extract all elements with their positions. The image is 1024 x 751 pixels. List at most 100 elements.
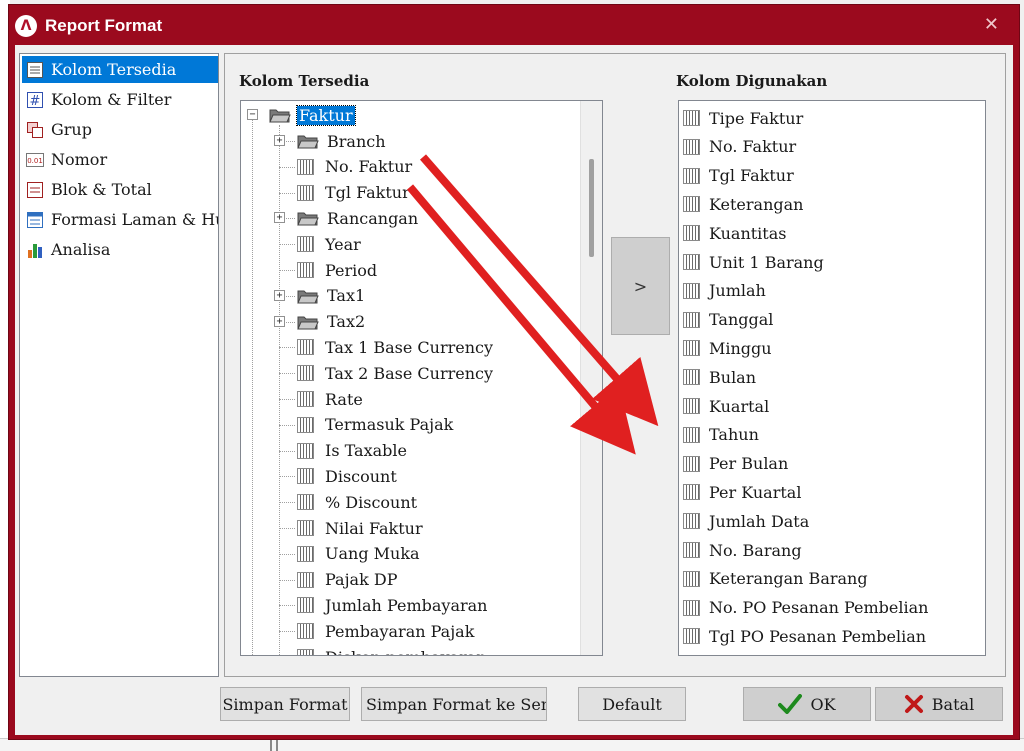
column-field-icon <box>297 158 314 175</box>
used-column-item[interactable]: Per Kuartal <box>683 480 801 504</box>
tree-node-label: Period <box>325 260 378 280</box>
tree-folder-node[interactable]: + Tax1 <box>273 284 367 308</box>
used-column-item[interactable]: Unit 1 Barang <box>683 250 824 274</box>
tree-field-node[interactable]: Period <box>273 258 379 282</box>
used-column-item[interactable]: No. Barang <box>683 538 802 562</box>
save-format-button[interactable]: Simpan Format <box>220 687 350 721</box>
tree-node-label: Rancangan <box>327 208 419 228</box>
tree-field-node[interactable]: Tgl Faktur <box>273 181 412 205</box>
tree-field-node[interactable]: Tax 2 Base Currency <box>273 361 495 385</box>
tree-field-node[interactable]: Termasuk Pajak <box>273 413 455 437</box>
default-button[interactable]: Default <box>578 687 686 721</box>
nav-item-nomor[interactable]: 0.01 Nomor <box>22 146 218 173</box>
close-button[interactable]: ✕ <box>984 14 999 35</box>
cancel-button[interactable]: Batal <box>875 687 1003 721</box>
used-column-label: No. Faktur <box>709 137 797 157</box>
tree-field-node[interactable]: Discount <box>273 464 399 488</box>
tree-field-node[interactable]: Pembayaran Pajak <box>273 619 476 643</box>
used-columns-list[interactable]: Tipe Faktur No. Faktur Tgl Faktur Keteranga… <box>678 100 986 656</box>
tree-node-label: Tax 2 Base Currency <box>325 363 494 383</box>
tree-node-label: Pembayaran Pajak <box>325 621 475 641</box>
used-column-item[interactable]: Bulan <box>683 365 756 389</box>
used-column-item[interactable]: No. PO Pesanan Pembelian <box>683 596 928 620</box>
tree-field-node[interactable]: Uang Muka <box>273 542 422 566</box>
expand-toggle[interactable]: + <box>274 212 285 224</box>
page-format-icon <box>25 210 45 230</box>
used-column-item[interactable]: Per Bulan <box>683 452 788 476</box>
ok-button[interactable]: OK <box>743 687 871 721</box>
tree-node-label: % Discount <box>325 492 418 512</box>
used-column-item[interactable]: No. Faktur <box>683 135 796 159</box>
tree-scrollbar[interactable] <box>580 101 602 655</box>
expand-toggle[interactable]: + <box>274 135 285 146</box>
expand-toggle[interactable]: + <box>274 289 285 301</box>
used-column-item[interactable]: Tipe Faktur <box>683 106 803 130</box>
tree-node-label: Tax 1 Base Currency <box>325 337 494 357</box>
tree-field-node[interactable]: No. Faktur <box>273 155 414 179</box>
column-field-icon <box>297 545 314 562</box>
used-column-label: Per Kuartal <box>709 482 802 502</box>
add-column-button[interactable]: > <box>611 237 670 335</box>
tree-field-node[interactable]: % Discount <box>273 490 419 514</box>
save-format-all-button[interactable]: Simpan Format ke Semua <box>361 687 547 721</box>
used-column-label: Unit 1 Barang <box>709 252 824 272</box>
column-field-icon <box>683 311 700 328</box>
tree-folder-node[interactable]: + Tax2 <box>273 310 367 334</box>
nav-item-grup[interactable]: Grup <box>22 116 218 143</box>
column-field-icon <box>297 649 314 655</box>
collapse-toggle[interactable]: − <box>247 109 258 120</box>
available-columns-tree[interactable]: − Faktur + Branch No. Faktur Tgl Faktur + Ran… <box>240 100 603 656</box>
tree-folder-node[interactable]: + Rancangan <box>273 206 420 230</box>
tree-field-node[interactable]: Diskon pembayaran <box>273 645 489 655</box>
used-column-item[interactable]: Tanggal <box>683 308 773 332</box>
column-field-icon <box>683 225 700 242</box>
nav-item-formasi-laman[interactable]: Formasi Laman & Huruf <box>22 206 218 233</box>
used-column-label: Keterangan Barang <box>709 569 868 589</box>
used-column-item[interactable]: Tahun <box>683 423 759 447</box>
nav-item-analisa[interactable]: Analisa <box>22 236 218 263</box>
column-field-icon <box>683 254 700 270</box>
tree-field-node[interactable]: Jumlah Pembayaran <box>273 593 489 617</box>
tree-field-node[interactable]: Tax 1 Base Currency <box>273 335 495 359</box>
used-column-item[interactable]: Kuartal <box>683 394 769 418</box>
nav-item-kolom-filter[interactable]: # Kolom & Filter <box>22 86 218 113</box>
ok-label: OK <box>810 694 836 714</box>
tree-folder-node[interactable]: + Branch <box>273 129 388 153</box>
used-column-item[interactable]: Keterangan Barang <box>683 567 868 591</box>
nav-item-blok-total[interactable]: Blok & Total <box>22 176 218 203</box>
used-column-label: Bulan <box>709 367 757 387</box>
tree-node-label: Branch <box>327 131 386 151</box>
group-icon <box>25 120 45 140</box>
used-column-item[interactable]: Jumlah Data <box>683 509 809 533</box>
used-column-item[interactable]: Tgl Faktur <box>683 164 794 188</box>
tree-field-node[interactable]: Pajak DP <box>273 568 399 592</box>
column-field-icon <box>297 391 314 407</box>
tree-field-node[interactable]: Rate <box>273 387 365 411</box>
nav-item-label: Blok & Total <box>51 180 152 199</box>
nav-item-kolom-tersedia[interactable]: Kolom Tersedia <box>22 56 218 83</box>
tree-field-node[interactable]: Year <box>273 232 363 256</box>
used-column-item[interactable]: Kuantitas <box>683 221 786 245</box>
app-logo-icon: Λ <box>15 15 37 37</box>
block-total-icon <box>25 180 45 200</box>
tree-root-faktur[interactable]: − Faktur <box>245 103 356 127</box>
svg-text:0.01: 0.01 <box>27 157 43 165</box>
tree-field-node[interactable]: Nilai Faktur <box>273 516 425 540</box>
used-column-item[interactable]: Minggu <box>683 336 772 360</box>
tree-field-node[interactable]: Is Taxable <box>273 439 409 463</box>
column-field-icon <box>683 167 700 184</box>
dialog-title: Report Format <box>45 16 163 35</box>
column-field-icon <box>683 542 700 558</box>
nav-item-label: Grup <box>51 120 92 139</box>
available-columns-heading: Kolom Tersedia <box>239 72 370 90</box>
used-column-item[interactable]: Jumlah <box>683 279 766 303</box>
expand-toggle[interactable]: + <box>274 315 285 327</box>
used-column-label: Per Bulan <box>709 454 789 474</box>
format-category-list: Kolom Tersedia # Kolom & Filter Grup 0.0… <box>19 53 219 677</box>
scrollbar-thumb[interactable] <box>589 159 594 257</box>
tree-node-label: Tax1 <box>327 286 366 306</box>
used-column-item[interactable]: Keterangan <box>683 192 803 216</box>
column-field-icon <box>297 520 314 536</box>
used-column-item[interactable]: Tgl PO Pesanan Pembelian <box>683 624 926 648</box>
nav-item-label: Kolom & Filter <box>51 90 172 109</box>
